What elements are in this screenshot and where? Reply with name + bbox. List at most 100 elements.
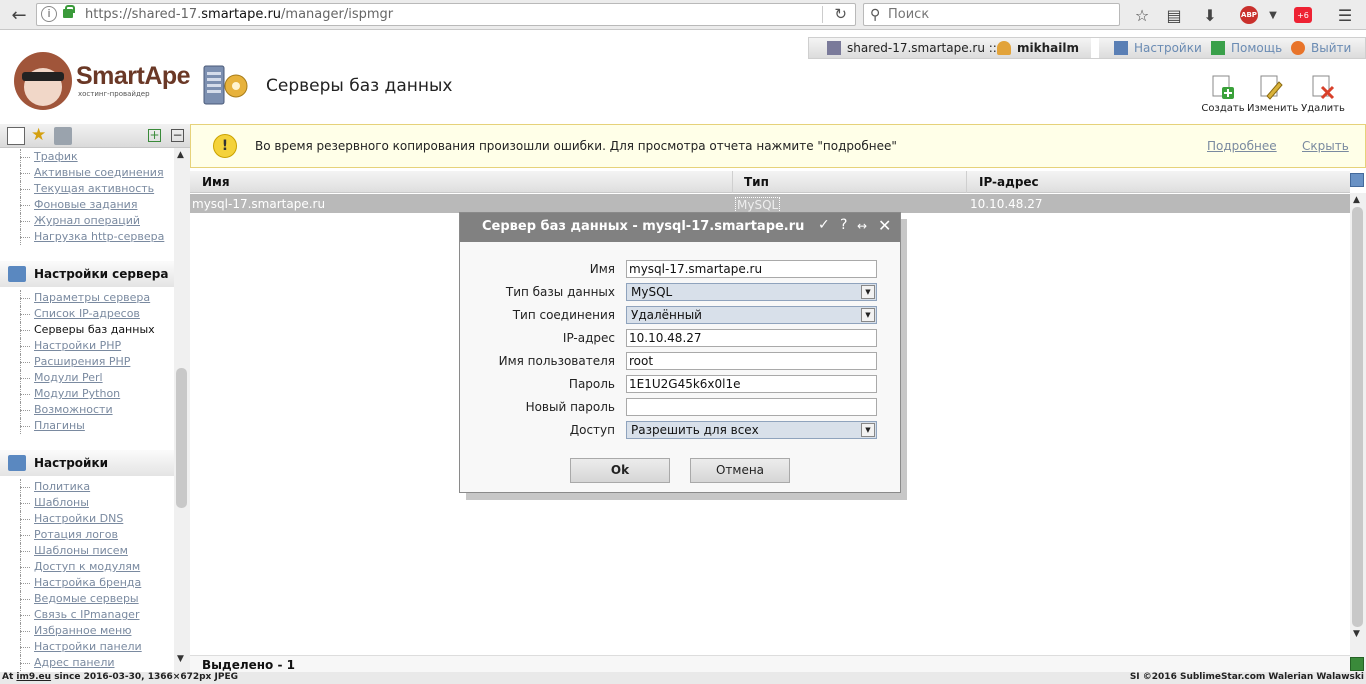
- list-view-icon[interactable]: [7, 127, 25, 145]
- sidebar-item-policy[interactable]: Политика: [0, 479, 174, 495]
- scroll-up-icon[interactable]: ▲: [177, 150, 184, 160]
- logo[interactable]: SmartApe хостинг-провайдер: [12, 52, 191, 112]
- sidebar-item-panel-settings[interactable]: Настройки панели: [0, 639, 174, 655]
- sidebar-item-db-servers[interactable]: Серверы баз данных: [0, 322, 174, 338]
- ok-button[interactable]: Ok: [570, 458, 670, 483]
- table-scrollbar[interactable]: ▲ ▼: [1350, 193, 1366, 672]
- new-password-field[interactable]: [626, 398, 877, 416]
- username-field[interactable]: [626, 352, 877, 370]
- export-excel-icon[interactable]: [1350, 657, 1364, 671]
- sidebar-item-slave-servers[interactable]: Ведомые серверы: [0, 591, 174, 607]
- sidebar-item-dns-settings[interactable]: Настройки DNS: [0, 511, 174, 527]
- sidebar-scrollbar[interactable]: ▲ ▼: [174, 148, 190, 672]
- sidebar-item-server-params[interactable]: Параметры сервера: [0, 290, 174, 306]
- create-button[interactable]: Создать: [1199, 74, 1247, 114]
- chevron-down-icon: ▼: [861, 423, 875, 437]
- sidebar-item-php-settings[interactable]: Настройки PHP: [0, 338, 174, 354]
- help-link[interactable]: Помощь: [1231, 41, 1282, 55]
- db-type-select[interactable]: MySQL ▼: [626, 283, 877, 301]
- section-server-settings[interactable]: Настройки сервера: [0, 261, 174, 287]
- collapse-all-icon[interactable]: −: [171, 129, 184, 142]
- image-watermark: At im9.eu since 2016-03-30, 1366×672px J…: [0, 672, 1366, 684]
- close-icon[interactable]: ✕: [878, 216, 891, 235]
- sidebar-item-ipmanager-link[interactable]: Связь с IPmanager: [0, 607, 174, 623]
- lock-icon: [63, 5, 75, 18]
- table-row[interactable]: mysql-17.smartape.ru MySQL 10.10.48.27: [190, 194, 1350, 213]
- cancel-button[interactable]: Отмена: [690, 458, 790, 483]
- edit-icon: [1260, 75, 1283, 100]
- adblock-icon[interactable]: ABP: [1240, 6, 1258, 24]
- scroll-thumb[interactable]: [176, 368, 187, 508]
- section-settings[interactable]: Настройки: [0, 450, 174, 476]
- chevron-down-icon[interactable]: ▼: [1262, 4, 1284, 26]
- scroll-down-icon[interactable]: ▼: [1353, 629, 1360, 639]
- expand-all-icon[interactable]: +: [148, 129, 161, 142]
- search-input[interactable]: [888, 6, 1108, 23]
- sidebar-item-ip-list[interactable]: Список IP-адресов: [0, 306, 174, 322]
- column-ip[interactable]: IP-адрес: [979, 175, 1039, 189]
- sidebar-item-active-connections[interactable]: Активные соединения: [0, 165, 174, 181]
- url-text[interactable]: https://shared-17.smartape.ru/manager/is…: [85, 7, 393, 22]
- sidebar-item-operations-log[interactable]: Журнал операций: [0, 213, 174, 229]
- briefcase-icon[interactable]: [54, 127, 72, 145]
- menu-icon[interactable]: ☰: [1334, 4, 1356, 26]
- scroll-down-icon[interactable]: ▼: [177, 654, 184, 664]
- delete-label: Удалить: [1301, 103, 1345, 114]
- download-icon[interactable]: ⬇: [1199, 4, 1221, 26]
- bookmark-star-icon[interactable]: ☆: [1131, 4, 1153, 26]
- hide-link[interactable]: Скрыть: [1302, 139, 1349, 153]
- addon-badge-icon[interactable]: +6: [1294, 7, 1312, 23]
- sidebar-item-current-activity[interactable]: Текущая активность: [0, 181, 174, 197]
- sidebar-item-panel-address[interactable]: Адрес панели: [0, 655, 174, 671]
- sidebar-item-http-load[interactable]: Нагрузка http-сервера: [0, 229, 174, 245]
- ip-field[interactable]: [626, 329, 877, 347]
- site-info-icon[interactable]: i: [41, 6, 57, 22]
- password-field[interactable]: [626, 375, 877, 393]
- sidebar-item-traffic[interactable]: Трафик: [0, 149, 174, 165]
- section-title: Настройки сервера: [34, 267, 169, 281]
- sidebar-item-features[interactable]: Возможности: [0, 402, 174, 418]
- column-name[interactable]: Имя: [202, 175, 230, 189]
- scroll-up-icon[interactable]: ▲: [1353, 195, 1360, 205]
- help-icon[interactable]: ?: [840, 217, 847, 233]
- sidebar-item-log-rotation[interactable]: Ротация логов: [0, 527, 174, 543]
- section-title: Настройки: [34, 456, 109, 470]
- sidebar-item-templates[interactable]: Шаблоны: [0, 495, 174, 511]
- settings-link[interactable]: Настройки: [1134, 41, 1202, 55]
- delete-button[interactable]: Удалить: [1299, 74, 1347, 114]
- reload-icon[interactable]: ↻: [834, 5, 847, 23]
- connection-type-select[interactable]: Удалённый ▼: [626, 306, 877, 324]
- pin-icon[interactable]: ✓: [818, 217, 830, 233]
- cell-type: MySQL: [735, 197, 781, 213]
- search-bar[interactable]: ⚲: [863, 3, 1120, 26]
- edit-button[interactable]: Изменить: [1247, 74, 1298, 114]
- dialog-titlebar[interactable]: Сервер баз данных - mysql-17.smartape.ru…: [460, 213, 900, 242]
- sidebar-item-background-jobs[interactable]: Фоновые задания: [0, 197, 174, 213]
- settings-icon: [1114, 41, 1128, 55]
- back-button[interactable]: ←: [6, 3, 32, 27]
- sidebar-item-php-extensions[interactable]: Расширения PHP: [0, 354, 174, 370]
- sidebar-item-branding[interactable]: Настройка бренда: [0, 575, 174, 591]
- favorites-star-icon[interactable]: ★: [31, 127, 49, 145]
- brand-tagline: хостинг-провайдер: [78, 90, 150, 98]
- table-settings-icon[interactable]: [1350, 173, 1364, 187]
- label-password: Пароль: [568, 377, 615, 391]
- address-bar[interactable]: i https://shared-17.smartape.ru/manager/…: [36, 3, 856, 26]
- warning-icon: !: [213, 134, 237, 158]
- sidebar-item-plugins[interactable]: Плагины: [0, 418, 174, 434]
- sidebar-item-perl-modules[interactable]: Модули Perl: [0, 370, 174, 386]
- reading-list-icon[interactable]: ▤: [1163, 4, 1185, 26]
- sidebar-item-mail-templates[interactable]: Шаблоны писем: [0, 543, 174, 559]
- column-type[interactable]: Тип: [744, 175, 769, 189]
- dialog-form: Имя Тип базы данных MySQL▼ Тип соединени…: [460, 242, 900, 492]
- sidebar-item-python-modules[interactable]: Модули Python: [0, 386, 174, 402]
- details-link[interactable]: Подробнее: [1207, 139, 1277, 153]
- resize-icon[interactable]: ↔: [857, 219, 867, 233]
- label-db-type: Тип базы данных: [505, 285, 615, 299]
- sidebar-item-module-access[interactable]: Доступ к модулям: [0, 559, 174, 575]
- scroll-thumb[interactable]: [1352, 207, 1363, 627]
- sidebar-item-favorites-menu[interactable]: Избранное меню: [0, 623, 174, 639]
- access-select[interactable]: Разрешить для всех ▼: [626, 421, 877, 439]
- logout-link[interactable]: Выйти: [1311, 41, 1351, 55]
- name-field[interactable]: [626, 260, 877, 278]
